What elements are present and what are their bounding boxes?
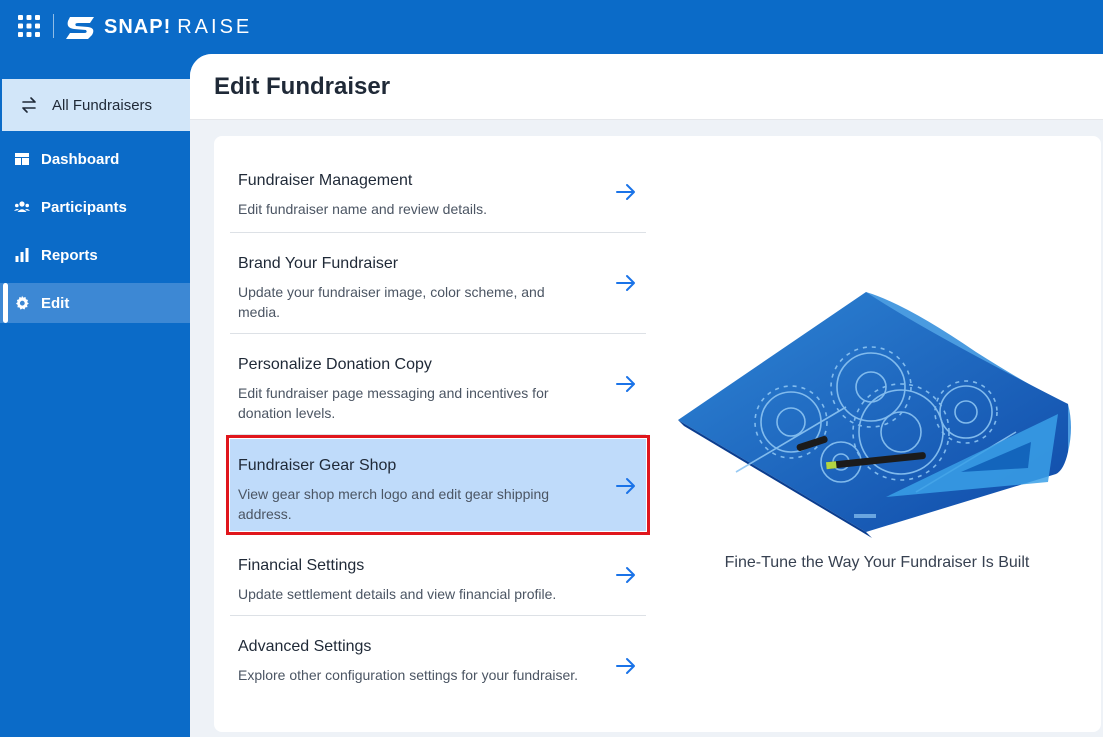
sidebar-item-participants[interactable]: Participants: [0, 187, 190, 227]
all-fundraisers-label: All Fundraisers: [52, 96, 153, 114]
menu-item-description: View gear shop merch logo and edit gear …: [238, 486, 550, 522]
menu-item-financial-settings[interactable]: Financial Settings Update settlement det…: [230, 535, 646, 616]
page-header: Edit Fundraiser: [190, 54, 1103, 120]
arrow-right-icon[interactable]: [614, 372, 638, 396]
menu-item-title: Advanced Settings: [238, 638, 372, 655]
arrow-right-icon[interactable]: [614, 271, 638, 295]
sidebar-item-reports[interactable]: Reports: [0, 235, 190, 275]
page-title: Edit Fundraiser: [214, 73, 391, 100]
sidebar-item-dashboard[interactable]: Dashboard: [0, 139, 190, 179]
snap-logo-icon[interactable]: [64, 13, 100, 41]
sidebar-item-label: Dashboard: [41, 150, 120, 168]
all-fundraisers-button[interactable]: All Fundraisers: [2, 79, 190, 131]
users-icon: [14, 201, 30, 212]
menu-item-description: Update your fundraiser image, color sche…: [238, 284, 545, 320]
menu-item-title: Personalize Donation Copy: [238, 356, 432, 373]
arrow-right-icon[interactable]: [614, 654, 638, 678]
bar-chart-icon: [15, 248, 29, 262]
sidebar-item-label: Participants: [41, 198, 127, 216]
sidebar: All Fundraisers Dashboard Participants R…: [0, 54, 190, 737]
sidebar-item-label: Edit: [41, 294, 70, 312]
arrow-right-icon[interactable]: [614, 563, 638, 587]
top-divider: [53, 14, 54, 38]
sidebar-item-edit[interactable]: Edit: [0, 283, 190, 323]
menu-item-description: Edit fundraiser page messaging and incen…: [238, 385, 549, 421]
menu-item-description: Update settlement details and view finan…: [238, 586, 557, 602]
menu-item-title: Financial Settings: [238, 557, 365, 574]
menu-item-advanced-settings[interactable]: Advanced Settings Explore other configur…: [230, 616, 646, 717]
switch-arrows-icon: [22, 97, 36, 113]
menu-item-brand-your-fundraiser[interactable]: Brand Your Fundraiser Update your fundra…: [230, 233, 646, 334]
menu-item-title: Fundraiser Gear Shop: [238, 457, 397, 474]
brand-name-light: RAISE: [177, 16, 253, 38]
menu-item-title: Fundraiser Management: [238, 172, 413, 189]
menu-item-fundraiser-management[interactable]: Fundraiser Management Edit fundraiser na…: [230, 150, 646, 233]
menu-item-description: Edit fundraiser name and review details.: [238, 201, 488, 217]
menu-item-personalize-donation-copy[interactable]: Personalize Donation Copy Edit fundraise…: [230, 334, 646, 435]
top-bar: SNAP! RAISE: [0, 0, 1103, 54]
menu-item-title: Brand Your Fundraiser: [238, 255, 399, 272]
brand-logo-text[interactable]: SNAP! RAISE: [104, 16, 252, 39]
dashboard-icon: [15, 153, 29, 165]
gear-icon: [16, 295, 29, 310]
arrow-right-icon[interactable]: [614, 180, 638, 204]
sidebar-item-label: Reports: [41, 246, 98, 264]
menu-item-description: Explore other configuration settings for…: [238, 667, 579, 683]
main-content: Edit Fundraiser Fundraiser Management Ed…: [190, 54, 1103, 737]
blueprint-illustration: [678, 292, 1071, 538]
brand-name-bold: SNAP!: [104, 16, 172, 38]
edit-options-card: Fundraiser Management Edit fundraiser na…: [214, 136, 1101, 732]
app-grid-icon[interactable]: [18, 15, 40, 37]
illustration-caption: Fine-Tune the Way Your Fundraiser Is Bui…: [724, 554, 1030, 571]
arrow-right-icon[interactable]: [614, 474, 638, 498]
menu-item-fundraiser-gear-shop[interactable]: Fundraiser Gear Shop View gear shop merc…: [226, 435, 650, 535]
